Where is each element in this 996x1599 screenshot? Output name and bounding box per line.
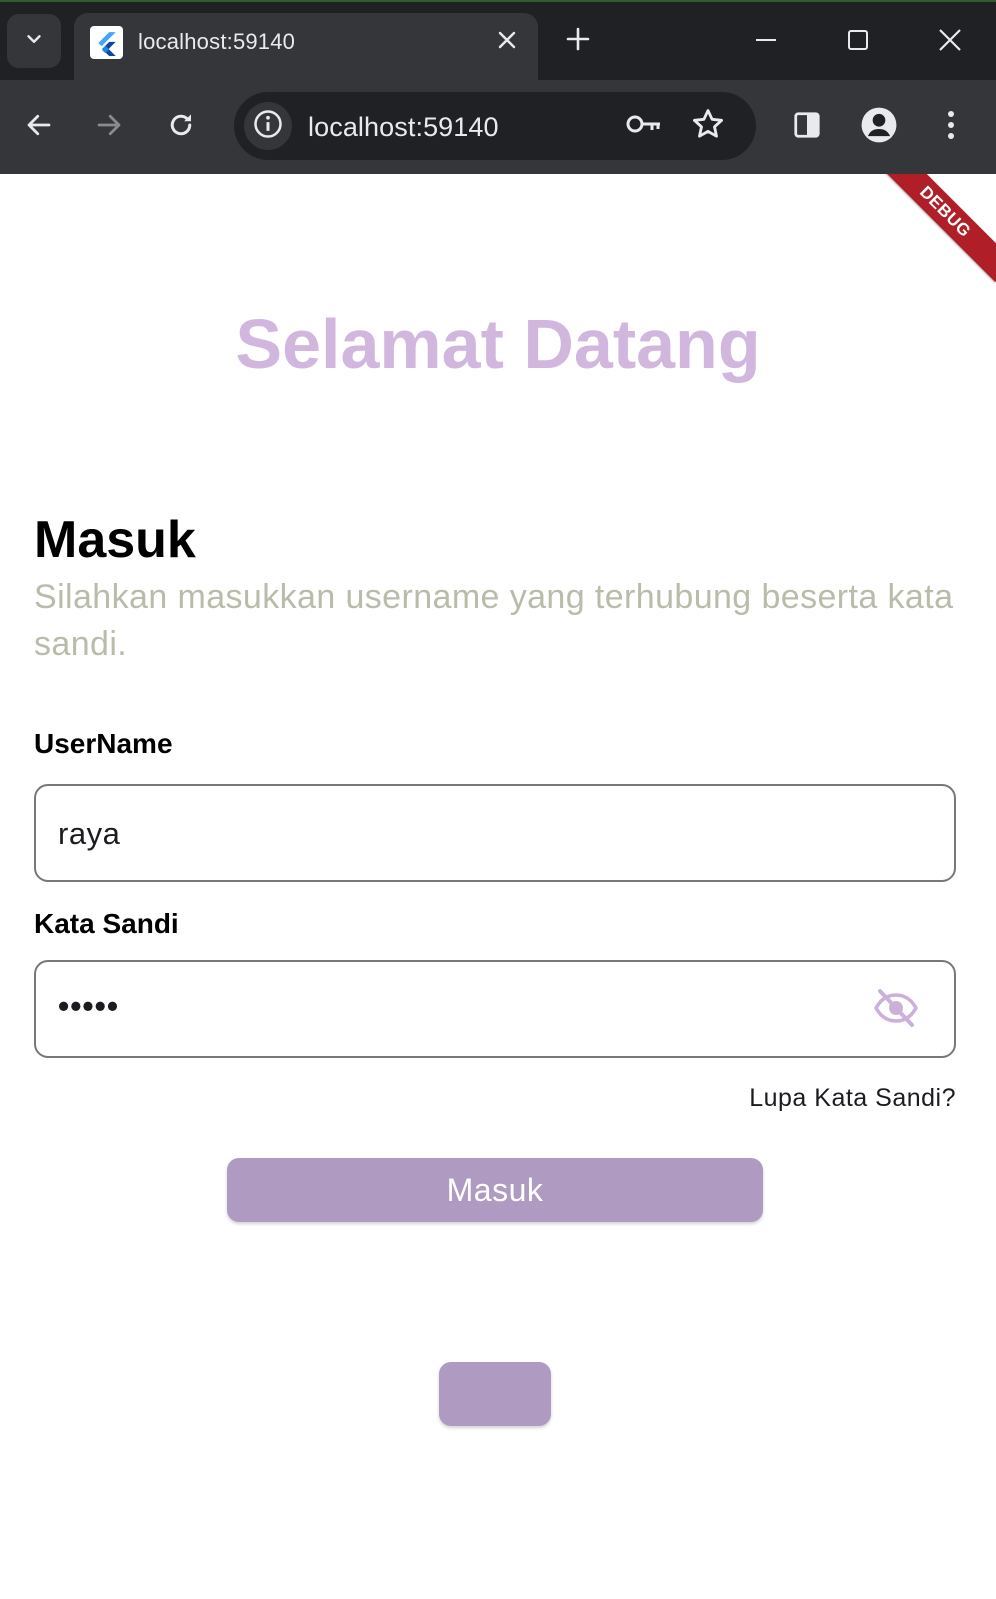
- kebab-menu-icon: [946, 109, 956, 146]
- profile-icon: [860, 106, 898, 149]
- site-info-button[interactable]: [244, 102, 292, 150]
- bookmark-button[interactable]: [688, 106, 728, 146]
- reload-button[interactable]: [158, 104, 204, 150]
- tab-close-button[interactable]: [492, 27, 522, 57]
- close-icon: [938, 28, 962, 57]
- close-icon: [497, 30, 517, 55]
- info-icon: [253, 109, 283, 144]
- login-subtitle: Silahkan masukkan username yang terhubun…: [34, 578, 954, 663]
- close-window-button[interactable]: [930, 22, 970, 62]
- plus-icon: [566, 27, 590, 56]
- menu-button[interactable]: [928, 104, 974, 150]
- app-page: DEBUG Selamat Datang Masuk Silahkan masu…: [0, 174, 996, 1599]
- back-arrow-icon: [24, 110, 54, 145]
- tab-title: localhost:59140: [138, 29, 296, 54]
- browser-toolbar: localhost:59140: [0, 80, 996, 174]
- passwords-button[interactable]: [624, 106, 664, 146]
- password-visibility-toggle[interactable]: [872, 986, 920, 1034]
- username-label: UserName: [34, 728, 173, 759]
- new-tab-button[interactable]: [561, 24, 595, 58]
- back-button[interactable]: [16, 104, 62, 150]
- password-field[interactable]: •••••: [34, 960, 956, 1058]
- key-icon: [625, 112, 663, 141]
- browser-tab[interactable]: localhost:59140: [74, 13, 538, 82]
- welcome-title: Selamat Datang: [235, 305, 761, 383]
- side-panel-button[interactable]: [784, 104, 830, 150]
- eye-off-icon: [873, 988, 919, 1033]
- browser-window: localhost:59140 localhost:59140 DEBUG Se…: [0, 0, 996, 1599]
- forward-button[interactable]: [86, 104, 132, 150]
- chevron-down-icon: [23, 28, 45, 55]
- address-bar[interactable]: localhost:59140: [234, 92, 756, 160]
- username-field[interactable]: raya: [34, 784, 956, 882]
- debug-banner: DEBUG: [874, 174, 996, 283]
- tab-strip: localhost:59140: [0, 0, 996, 82]
- tab-search-button[interactable]: [7, 14, 61, 68]
- star-icon: [691, 107, 725, 146]
- url-text: localhost:59140: [308, 112, 499, 142]
- reload-icon: [166, 110, 196, 145]
- maximize-icon: [847, 29, 869, 56]
- password-label: Kata Sandi: [34, 908, 179, 939]
- profile-button[interactable]: [856, 104, 902, 150]
- maximize-button[interactable]: [838, 22, 878, 62]
- forgot-password-link[interactable]: Lupa Kata Sandi?: [749, 1084, 956, 1113]
- login-button[interactable]: Masuk: [227, 1158, 763, 1222]
- flutter-icon: [90, 26, 123, 59]
- secondary-button[interactable]: [439, 1362, 551, 1426]
- minimize-button[interactable]: [746, 22, 786, 62]
- forward-arrow-icon: [94, 110, 124, 145]
- username-value: raya: [58, 816, 121, 851]
- login-heading: Masuk: [34, 511, 196, 569]
- side-panel-icon: [792, 110, 822, 145]
- minimize-icon: [754, 28, 778, 57]
- password-value: •••••: [58, 988, 120, 1024]
